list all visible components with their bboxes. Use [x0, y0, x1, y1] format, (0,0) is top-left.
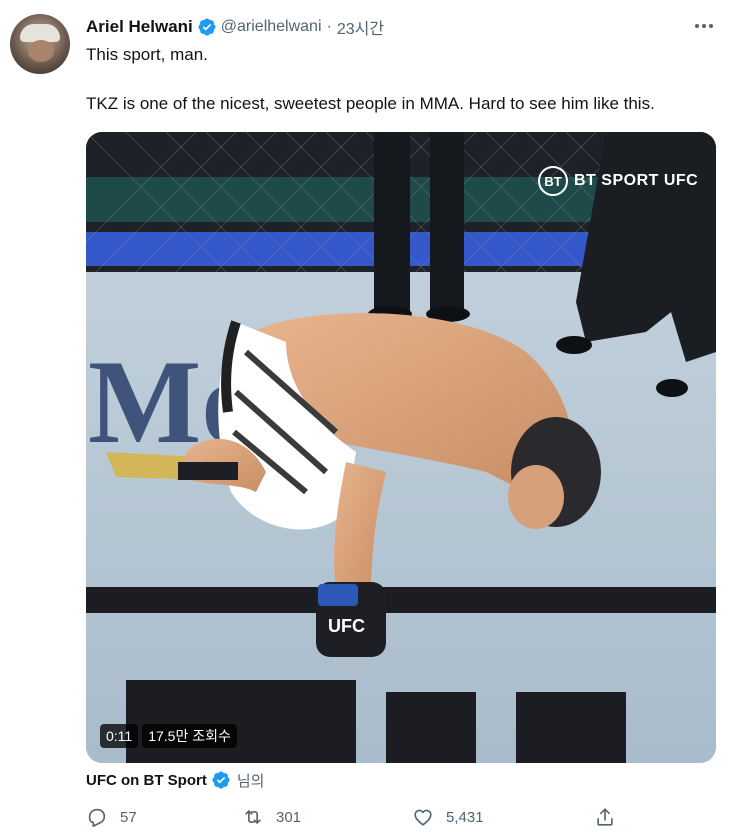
video-views: 17.5만 조회수: [142, 724, 237, 748]
verified-icon: [211, 770, 231, 790]
retweet-button[interactable]: 301: [242, 806, 301, 828]
video-player[interactable]: Mo UFC BT BT SPORT UFC: [86, 132, 716, 763]
tweet[interactable]: Ariel Helwani @arielhelwani · 23시간 This …: [0, 0, 746, 838]
reply-button[interactable]: 57: [86, 806, 137, 828]
tweet-text-line-1: This sport, man.: [86, 45, 208, 64]
video-duration: 0:11: [100, 724, 139, 748]
retweet-icon: [245, 810, 261, 824]
svg-text:UFC: UFC: [328, 616, 365, 636]
video-frame: Mo UFC: [86, 132, 716, 763]
avatar-face: [28, 40, 54, 62]
more-icon[interactable]: [690, 16, 718, 36]
avatar[interactable]: [10, 14, 70, 74]
retweet-count: 301: [276, 808, 302, 826]
like-button[interactable]: 5,431: [412, 806, 484, 828]
tweet-actions: 57 301 5,431: [86, 806, 646, 830]
share-icon: [597, 808, 613, 826]
separator: ·: [326, 18, 332, 35]
video-source: UFC on BT Sport 님의: [86, 770, 264, 790]
video-badges: 0:11 17.5만 조회수: [100, 724, 237, 748]
reply-count: 57: [120, 808, 137, 826]
source-suffix: 님의: [236, 772, 265, 790]
like-count: 5,431: [446, 808, 484, 826]
tweet-header: Ariel Helwani @arielhelwani · 23시간: [86, 16, 384, 38]
tweet-text-line-2: TKZ is one of the nicest, sweetest peopl…: [86, 94, 655, 113]
broadcaster-logo: BT BT SPORT UFC: [538, 166, 698, 196]
like-icon: [414, 809, 432, 826]
reply-icon: [88, 808, 106, 827]
author-handle[interactable]: @arielhelwani: [221, 18, 322, 36]
tweet-text: This sport, man. TKZ is one of the nices…: [86, 44, 726, 115]
verified-icon: [197, 17, 217, 37]
share-button[interactable]: [594, 806, 616, 828]
tweet-time[interactable]: 23시간: [337, 15, 384, 39]
broadcaster-logo-text: BT SPORT UFC: [574, 172, 699, 189]
source-name[interactable]: UFC on BT Sport: [86, 772, 207, 789]
author-name[interactable]: Ariel Helwani: [86, 17, 193, 37]
